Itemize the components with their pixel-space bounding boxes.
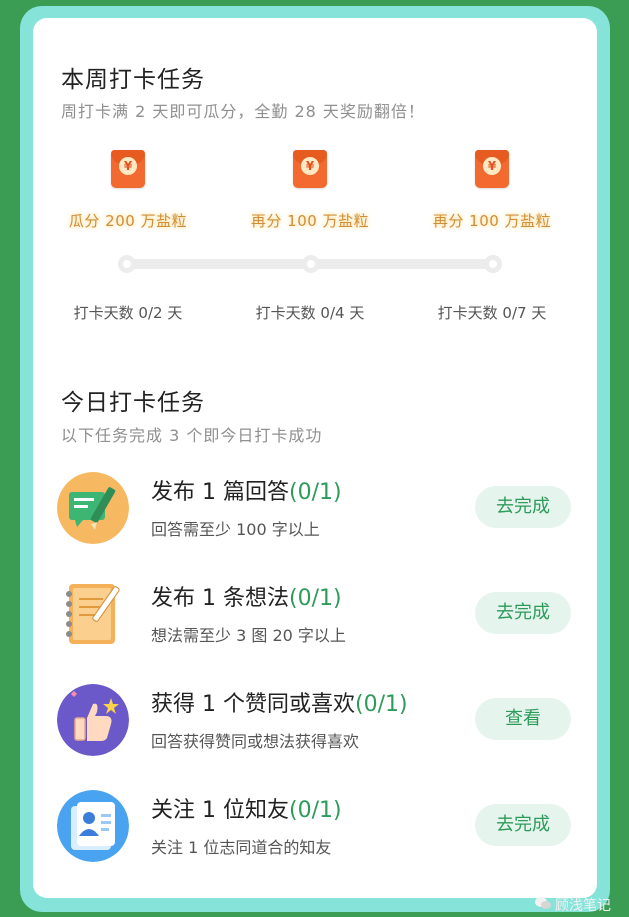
task-description: 回答需至少 100 字以上 — [151, 520, 320, 539]
reward-tier-1: ¥ 瓜分 200 万盐粒 — [38, 150, 218, 231]
task-title: 关注 1 位知友(0/1) — [151, 798, 342, 823]
yuan-coin-icon: ¥ — [301, 157, 319, 175]
wechat-icon — [535, 896, 551, 914]
weekly-subtitle: 周打卡满 2 天即可瓜分，全勤 28 天奖励翻倍！ — [61, 102, 425, 121]
notebook-pen-icon — [57, 578, 129, 650]
task-description: 回答获得赞同或想法获得喜欢 — [151, 732, 360, 751]
frame-tab-left — [100, 6, 114, 16]
daily-title: 今日打卡任务 — [61, 390, 205, 416]
reward-label: 再分 100 万盐粒 — [250, 212, 370, 230]
reward-label: 瓜分 200 万盐粒 — [68, 212, 188, 230]
task-title: 获得 1 个赞同或喜欢(0/1) — [151, 692, 408, 717]
checkin-days-1: 打卡天数 0/2 天 — [73, 304, 183, 322]
progress-node-2 — [302, 255, 320, 273]
reward-tier-3: ¥ 再分 100 万盐粒 — [402, 150, 582, 231]
task-row-idea: 发布 1 条想法(0/1) 想法需至少 3 图 20 字以上 去完成 — [57, 578, 577, 668]
go-complete-button[interactable]: 去完成 — [475, 804, 571, 846]
task-title: 发布 1 条想法(0/1) — [151, 586, 342, 611]
checkin-days-2: 打卡天数 0/4 天 — [255, 304, 365, 322]
go-complete-button[interactable]: 去完成 — [475, 592, 571, 634]
progress-node-3 — [484, 255, 502, 273]
task-row-likes: 获得 1 个赞同或喜欢(0/1) 回答获得赞同或想法获得喜欢 查看 — [57, 684, 577, 774]
red-envelope-icon: ¥ — [475, 150, 509, 188]
thumbs-up-icon — [57, 684, 129, 756]
yuan-coin-icon: ¥ — [483, 157, 501, 175]
task-progress: (0/1) — [288, 798, 342, 823]
daily-subtitle: 以下任务完成 3 个即今日打卡成功 — [61, 426, 323, 445]
task-row-follow: 关注 1 位知友(0/1) 关注 1 位志同道合的知友 去完成 — [57, 790, 577, 880]
go-complete-button[interactable]: 去完成 — [475, 486, 571, 528]
watermark-text: 顾浅笔记 — [555, 898, 611, 914]
profile-card-icon — [57, 790, 129, 862]
red-envelope-icon: ¥ — [293, 150, 327, 188]
task-description: 想法需至少 3 图 20 字以上 — [151, 626, 346, 645]
weekly-title: 本周打卡任务 — [61, 67, 205, 93]
watermark: 顾浅笔记 — [535, 895, 611, 915]
red-envelope-icon: ¥ — [111, 150, 145, 188]
reward-label: 再分 100 万盐粒 — [432, 212, 552, 230]
task-title: 发布 1 篇回答(0/1) — [151, 480, 342, 505]
task-progress: (0/1) — [288, 480, 342, 505]
yuan-coin-icon: ¥ — [119, 157, 137, 175]
task-row-answer: 发布 1 篇回答(0/1) 回答需至少 100 字以上 去完成 — [57, 472, 577, 562]
checkin-days-3: 打卡天数 0/7 天 — [437, 304, 547, 322]
task-progress: (0/1) — [354, 692, 408, 717]
task-description: 关注 1 位志同道合的知友 — [151, 838, 332, 857]
answer-pencil-icon — [57, 472, 129, 544]
progress-node-1 — [118, 255, 136, 273]
task-progress: (0/1) — [288, 586, 342, 611]
reward-tier-2: ¥ 再分 100 万盐粒 — [220, 150, 400, 231]
frame-tab-right — [496, 6, 510, 16]
view-button[interactable]: 查看 — [475, 698, 571, 740]
